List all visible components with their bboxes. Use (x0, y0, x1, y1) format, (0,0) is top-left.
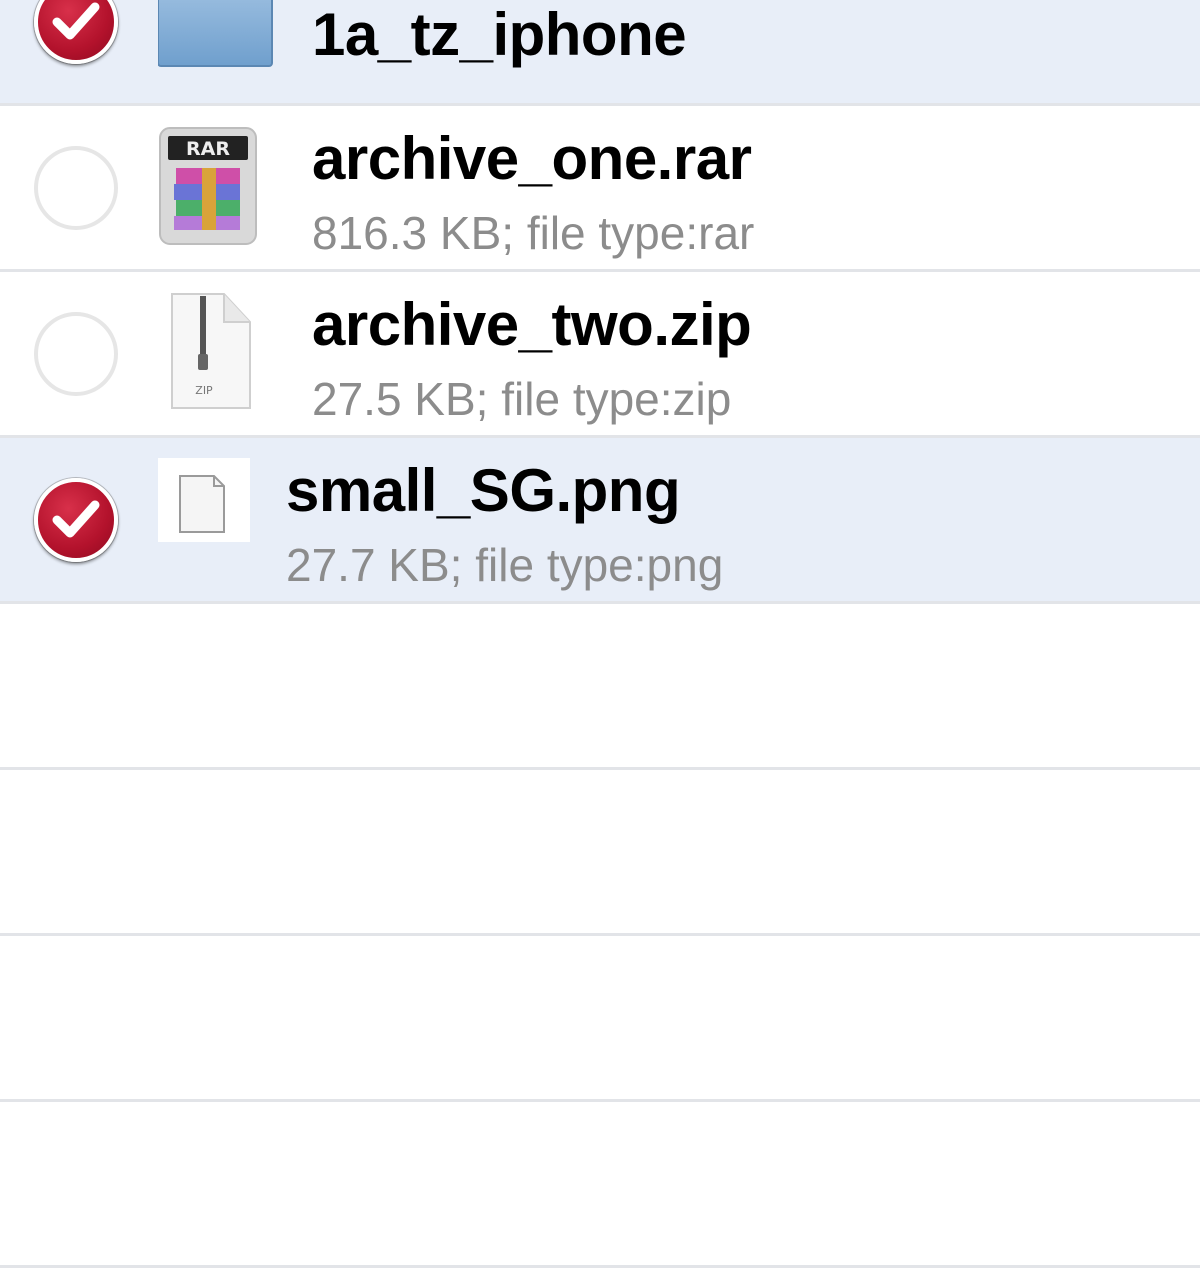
file-name: small_SG.png (286, 457, 681, 524)
file-row-1a-tz-iphone[interactable]: 1a_tz_iphone (0, 0, 1200, 106)
empty-row (0, 770, 1200, 936)
zip-file-icon: ZIP (158, 292, 268, 412)
empty-row (0, 936, 1200, 1102)
empty-row (0, 604, 1200, 770)
file-name: 1a_tz_iphone (312, 1, 687, 68)
file-list: 1a_tz_iphone RAR archive_one.rar 816.3 K… (0, 0, 1200, 1268)
file-meta: 816.3 KB; file type:rar (312, 207, 755, 259)
rar-label: RAR (186, 138, 230, 160)
file-name: archive_one.rar (312, 125, 752, 192)
checkmark-icon[interactable] (34, 0, 118, 64)
folder-icon (157, 0, 273, 80)
file-name: archive_two.zip (312, 291, 752, 358)
checkmark-icon[interactable] (34, 478, 118, 562)
file-meta: 27.7 KB; file type:png (286, 539, 724, 591)
file-row-small-sg[interactable]: small_SG.png 27.7 KB; file type:png (0, 438, 1200, 604)
unchecked-circle-icon[interactable] (34, 312, 118, 396)
png-file-icon (158, 458, 268, 578)
file-meta: 27.5 KB; file type:zip (312, 373, 732, 425)
unchecked-circle-icon[interactable] (34, 146, 118, 230)
rar-archive-icon: RAR (158, 126, 268, 246)
empty-row (0, 1102, 1200, 1268)
zip-label: ZIP (195, 384, 213, 397)
file-row-archive-two[interactable]: ZIP archive_two.zip 27.5 KB; file type:z… (0, 272, 1200, 438)
file-row-archive-one[interactable]: RAR archive_one.rar 816.3 KB; file type:… (0, 106, 1200, 272)
